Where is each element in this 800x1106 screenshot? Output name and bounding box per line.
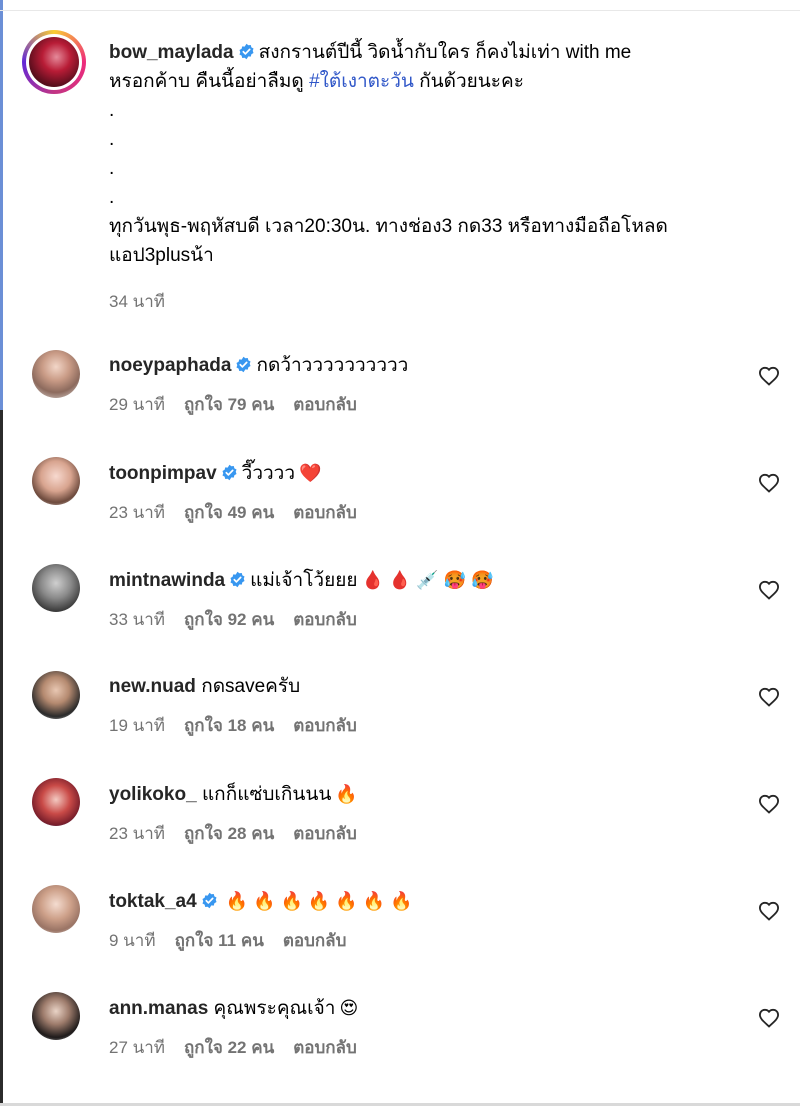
- heart-outline-icon[interactable]: [758, 473, 780, 493]
- caption-line-4: แอป3plusน้า: [109, 245, 214, 266]
- comment-username[interactable]: new.nuad: [109, 676, 196, 697]
- reply-button[interactable]: ตอบกลับ: [293, 824, 357, 843]
- comment-item: toktak_a4 🔥 🔥 🔥 🔥 🔥 🔥 🔥 9 นาที ถูกใจ 11 คน ต…: [22, 885, 782, 975]
- reply-button[interactable]: ตอบกลับ: [293, 610, 357, 629]
- comment-text: แกก็แซ่บเกินนน: [201, 784, 332, 805]
- comment-emoji: 🔥 🔥 🔥 🔥 🔥 🔥 🔥: [225, 891, 413, 911]
- comment-username[interactable]: toonpimpav: [109, 463, 217, 484]
- caption-text: bow_maylada สงกรานต์ปีนี้ วิดน้ำกับใคร ก็…: [109, 38, 769, 270]
- comment-timestamp[interactable]: 9 นาที: [109, 931, 156, 950]
- verified-badge-icon: [236, 356, 251, 373]
- avatar[interactable]: [32, 350, 80, 398]
- reply-button[interactable]: ตอบกลับ: [293, 503, 357, 522]
- comment-meta: 27 นาที ถูกใจ 22 คน ตอบกลับ: [109, 1034, 729, 1061]
- window-edge-dark: [0, 410, 3, 1106]
- window-edge: [0, 0, 4, 1106]
- comment-item: yolikoko_ แกก็แซ่บเกินนน 🔥 23 นาที ถูกใจ 28…: [22, 778, 782, 868]
- comment-username[interactable]: yolikoko_: [109, 784, 197, 805]
- comment-item: noeypaphada กดว้าวววววววววว 29 นาที ถูกใจ 7…: [22, 350, 782, 440]
- comment-item: ann.manas คุณพระคุณเจ้า 😍 27 นาที ถูกใจ 22 …: [22, 992, 782, 1082]
- comment-timestamp[interactable]: 23 นาที: [109, 824, 165, 843]
- avatar[interactable]: [32, 778, 80, 826]
- comment-text: คุณพระคุณเจ้า: [213, 998, 336, 1019]
- comment-timestamp[interactable]: 27 นาที: [109, 1038, 165, 1057]
- avatar: [29, 37, 79, 87]
- comment-timestamp[interactable]: 29 นาที: [109, 395, 165, 414]
- comment-text: แม่เจ้าโว้ยยย: [250, 570, 358, 591]
- comment-text: กดว้าวววววววววว: [256, 355, 409, 376]
- comment-emoji: ❤️: [299, 463, 322, 483]
- comment-text-line: yolikoko_ แกก็แซ่บเกินนน 🔥: [109, 782, 729, 807]
- comment-text-line: mintnawinda แม่เจ้าโว้ยยย 🩸 🩸 💉 🥵 🥵: [109, 568, 729, 593]
- caption-line-2-suffix: กันด้วยนะคะ: [413, 71, 524, 92]
- comment-likes-count[interactable]: ถูกใจ 49 คน: [184, 503, 274, 522]
- heart-outline-icon[interactable]: [758, 901, 780, 921]
- comment-likes-count[interactable]: ถูกใจ 92 คน: [184, 610, 274, 629]
- comment-likes-count[interactable]: ถูกใจ 18 คน: [184, 716, 274, 735]
- heart-outline-icon[interactable]: [758, 580, 780, 600]
- comment-text-line: new.nuad กดsaveครับ: [109, 675, 729, 699]
- heart-outline-icon[interactable]: [758, 687, 780, 707]
- comment-text-line: toonpimpav วี๊วววว ❤️: [109, 461, 729, 486]
- reply-button[interactable]: ตอบกลับ: [293, 395, 357, 414]
- comment-item: new.nuad กดsaveครับ 19 นาที ถูกใจ 18 คน ตอบ…: [22, 671, 782, 761]
- caption-line-2-prefix: หรอกค้าบ คืนนี้อย่าลืมดู: [109, 71, 310, 92]
- comment-meta: 29 นาที ถูกใจ 79 คน ตอบกลับ: [109, 391, 729, 418]
- caption-username[interactable]: bow_maylada: [109, 42, 234, 63]
- comment-emoji: 😍: [339, 998, 359, 1018]
- comment-likes-count[interactable]: ถูกใจ 11 คน: [175, 931, 264, 950]
- comment-username[interactable]: noeypaphada: [109, 355, 231, 376]
- comment-emoji: 🩸 🩸 💉 🥵 🥵: [361, 570, 494, 590]
- comment-text: วี๊วววว: [241, 463, 296, 484]
- verified-badge-icon: [222, 464, 237, 481]
- comment-emoji: 🔥: [335, 784, 358, 804]
- comment-timestamp[interactable]: 23 นาที: [109, 503, 165, 522]
- comment-item: mintnawinda แม่เจ้าโว้ยยย 🩸 🩸 💉 🥵 🥵 33 นาที…: [22, 564, 782, 654]
- caption-line-3: ทุกวันพุธ-พฤหัสบดี เวลา20:30น. ทางช่อง3 …: [109, 216, 668, 237]
- comment-timestamp[interactable]: 19 นาที: [109, 716, 165, 735]
- window-edge-accent: [0, 0, 3, 410]
- comment-meta: 33 นาที ถูกใจ 92 คน ตอบกลับ: [109, 606, 729, 633]
- verified-badge-icon: [202, 892, 217, 909]
- comment-likes-count[interactable]: ถูกใจ 28 คน: [184, 824, 274, 843]
- comment-item: toonpimpav วี๊วววว ❤️ 23 นาที ถูกใจ 49 คน ตอบ…: [22, 457, 782, 547]
- comment-meta: 23 นาที ถูกใจ 49 คน ตอบกลับ: [109, 499, 729, 526]
- comment-meta: 19 นาที ถูกใจ 18 คน ตอบกลับ: [109, 712, 729, 739]
- caption-dots: . . . .: [109, 100, 115, 208]
- top-divider: [0, 10, 800, 11]
- comment-text: กดsaveครับ: [201, 676, 301, 697]
- avatar[interactable]: [32, 671, 80, 719]
- comment-text-line: noeypaphada กดว้าวววววววววว: [109, 354, 729, 378]
- comment-username[interactable]: ann.manas: [109, 998, 208, 1019]
- comment-meta: 9 นาที ถูกใจ 11 คน ตอบกลับ: [109, 927, 729, 954]
- heart-outline-icon[interactable]: [758, 366, 780, 386]
- comment-username[interactable]: toktak_a4: [109, 891, 197, 912]
- heart-outline-icon[interactable]: [758, 794, 780, 814]
- story-ring-avatar[interactable]: [22, 30, 86, 94]
- caption-line-1: สงกรานต์ปีนี้ วิดน้ำกับใคร ก็คงไม่เท่า w…: [258, 42, 632, 63]
- comment-likes-count[interactable]: ถูกใจ 22 คน: [184, 1038, 274, 1057]
- caption-hashtag-link[interactable]: #ใต้เงาตะวัน: [309, 71, 414, 92]
- comment-username[interactable]: mintnawinda: [109, 570, 225, 591]
- comment-timestamp[interactable]: 33 นาที: [109, 610, 165, 629]
- caption-timestamp[interactable]: 34 นาที: [109, 288, 165, 315]
- reply-button[interactable]: ตอบกลับ: [293, 1038, 357, 1057]
- verified-badge-icon: [230, 571, 245, 588]
- verified-badge-icon: [239, 43, 254, 60]
- reply-button[interactable]: ตอบกลับ: [283, 931, 347, 950]
- comment-likes-count[interactable]: ถูกใจ 79 คน: [184, 395, 274, 414]
- heart-outline-icon[interactable]: [758, 1008, 780, 1028]
- reply-button[interactable]: ตอบกลับ: [293, 716, 357, 735]
- avatar[interactable]: [32, 885, 80, 933]
- avatar[interactable]: [32, 457, 80, 505]
- comment-text-line: toktak_a4 🔥 🔥 🔥 🔥 🔥 🔥 🔥: [109, 889, 729, 914]
- avatar[interactable]: [32, 992, 80, 1040]
- comment-meta: 23 นาที ถูกใจ 28 คน ตอบกลับ: [109, 820, 729, 847]
- avatar[interactable]: [32, 564, 80, 612]
- comment-text-line: ann.manas คุณพระคุณเจ้า 😍: [109, 996, 729, 1021]
